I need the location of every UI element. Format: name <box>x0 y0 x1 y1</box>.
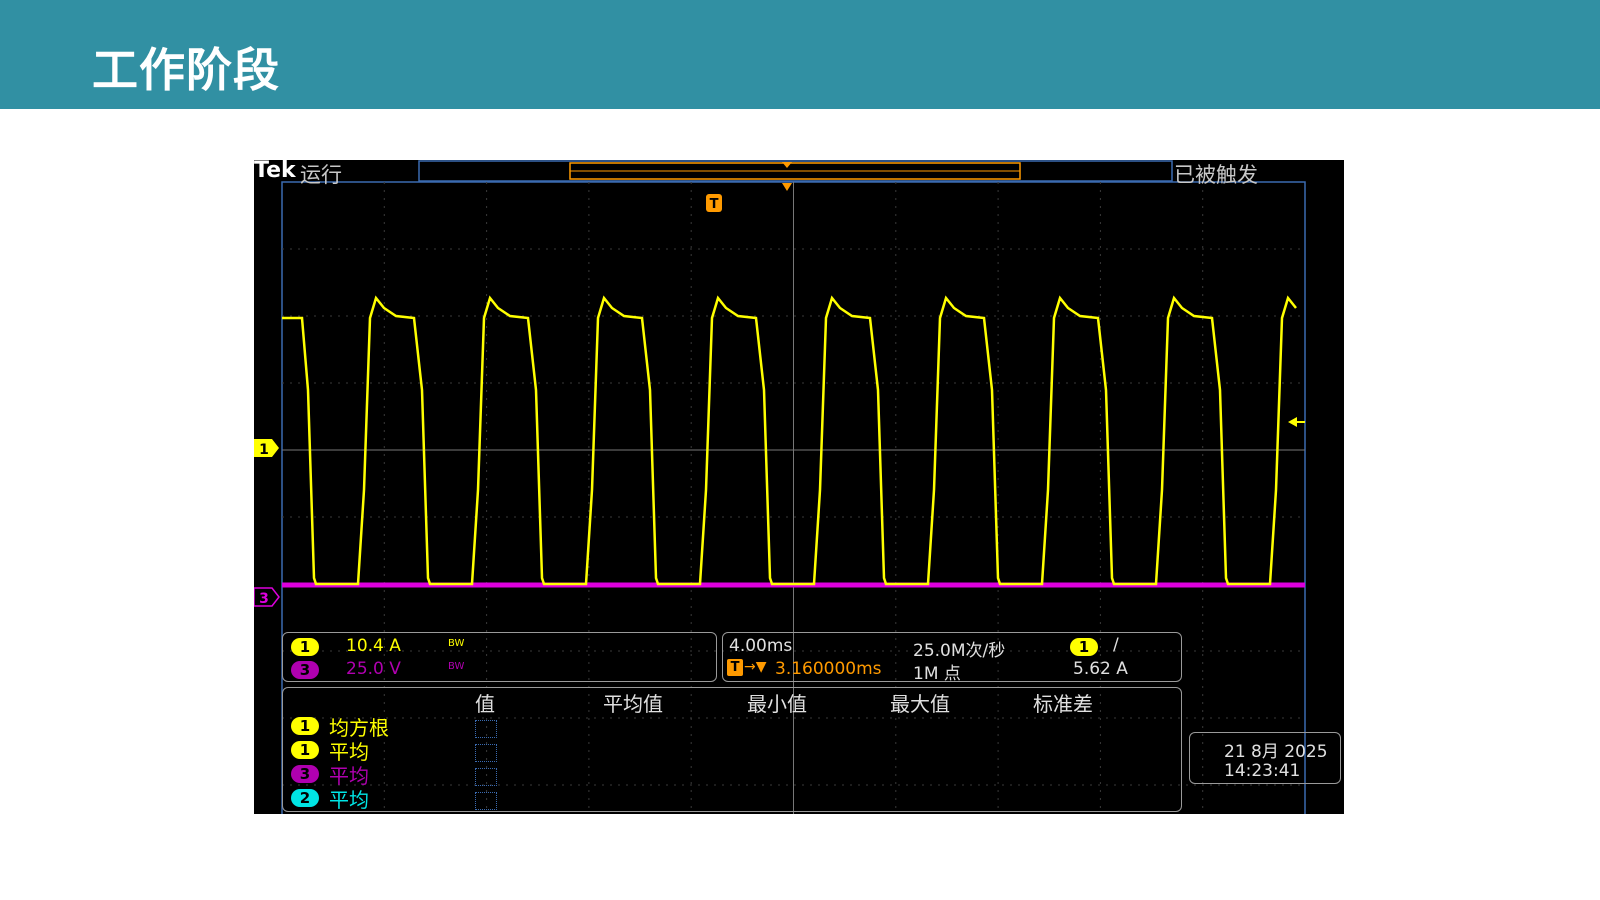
time-display: 14:23:41 <box>1224 761 1301 781</box>
measure-header-max: 最大值 <box>890 692 950 716</box>
trigger-slope-icon: / <box>1113 635 1119 655</box>
trigger-position: 3.160000ms <box>775 659 882 679</box>
measure-1-value-placeholder <box>475 720 497 738</box>
channel-1-marker[interactable]: 1 <box>254 439 279 458</box>
measure-header-mean: 平均值 <box>603 692 663 716</box>
trigger-position-icon: T <box>727 659 743 676</box>
channel-1-trace <box>282 295 1297 586</box>
tek-logo: Tek <box>254 160 296 183</box>
record-trigger-marker <box>782 162 792 168</box>
measure-4-channel-badge[interactable]: 2 <box>291 789 319 807</box>
channel-1-badge[interactable]: 1 <box>291 638 319 656</box>
trigger-icon: T <box>706 194 722 212</box>
svg-text:3: 3 <box>259 591 269 607</box>
measure-3-value-placeholder <box>475 768 497 786</box>
trigger-state: 已被触发 <box>1174 163 1258 187</box>
channel-3-marker[interactable]: 3 <box>254 587 280 607</box>
measure-4-label: 平均 <box>329 788 369 812</box>
trigger-source-badge[interactable]: 1 <box>1070 638 1098 656</box>
measure-3-channel-badge[interactable]: 3 <box>291 765 319 783</box>
oscilloscope-screenshot: T 1 3 Tek 运行 已被触发 1 10.4 A BW 3 25.0 V B… <box>254 160 1344 814</box>
horizontal-trigger-panel: 4.00ms T →▼ 3.160000ms 25.0M次/秒 1M 点 1 /… <box>722 632 1182 684</box>
measure-2-value-placeholder <box>475 744 497 762</box>
trigger-position-marker <box>782 183 792 191</box>
measure-header-value: 值 <box>475 692 495 716</box>
measure-4-value-placeholder <box>475 792 497 810</box>
measure-header-min: 最小值 <box>747 692 807 716</box>
trigger-arrow-icon: →▼ <box>744 659 767 675</box>
channel-3-bw-limit: BW <box>448 661 465 672</box>
channel-settings-panel: 1 10.4 A BW 3 25.0 V BW <box>282 632 717 682</box>
channel-3-badge[interactable]: 3 <box>291 661 319 679</box>
record-length: 1M 点 <box>913 664 961 684</box>
sample-rate: 25.0M次/秒 <box>913 641 1006 661</box>
date-display: 21 8月 2025 <box>1224 742 1328 762</box>
channel-3-scale: 25.0 V <box>346 659 401 679</box>
channel-1-bw-limit: BW <box>448 638 465 649</box>
svg-text:T: T <box>710 197 719 212</box>
svg-text:1: 1 <box>259 442 269 458</box>
trigger-level: 5.62 A <box>1073 659 1128 679</box>
measure-2-channel-badge[interactable]: 1 <box>291 741 319 759</box>
measurement-panel: 值 平均值 最小值 最大值 标准差 1 均方根 1 平均 3 平均 2 平均 <box>282 687 1182 812</box>
measure-header-stddev: 标准差 <box>1033 692 1093 716</box>
trigger-level-marker <box>1288 417 1297 427</box>
slide-title: 工作阶段 <box>92 43 280 97</box>
channel-1-scale: 10.4 A <box>346 636 401 656</box>
run-state: 运行 <box>300 163 342 187</box>
slide-header: 工作阶段 <box>0 0 1600 109</box>
timebase-scale: 4.00ms <box>729 636 793 656</box>
date-time-panel: 21 8月 2025 14:23:41 <box>1189 732 1341 784</box>
measure-1-channel-badge[interactable]: 1 <box>291 717 319 735</box>
